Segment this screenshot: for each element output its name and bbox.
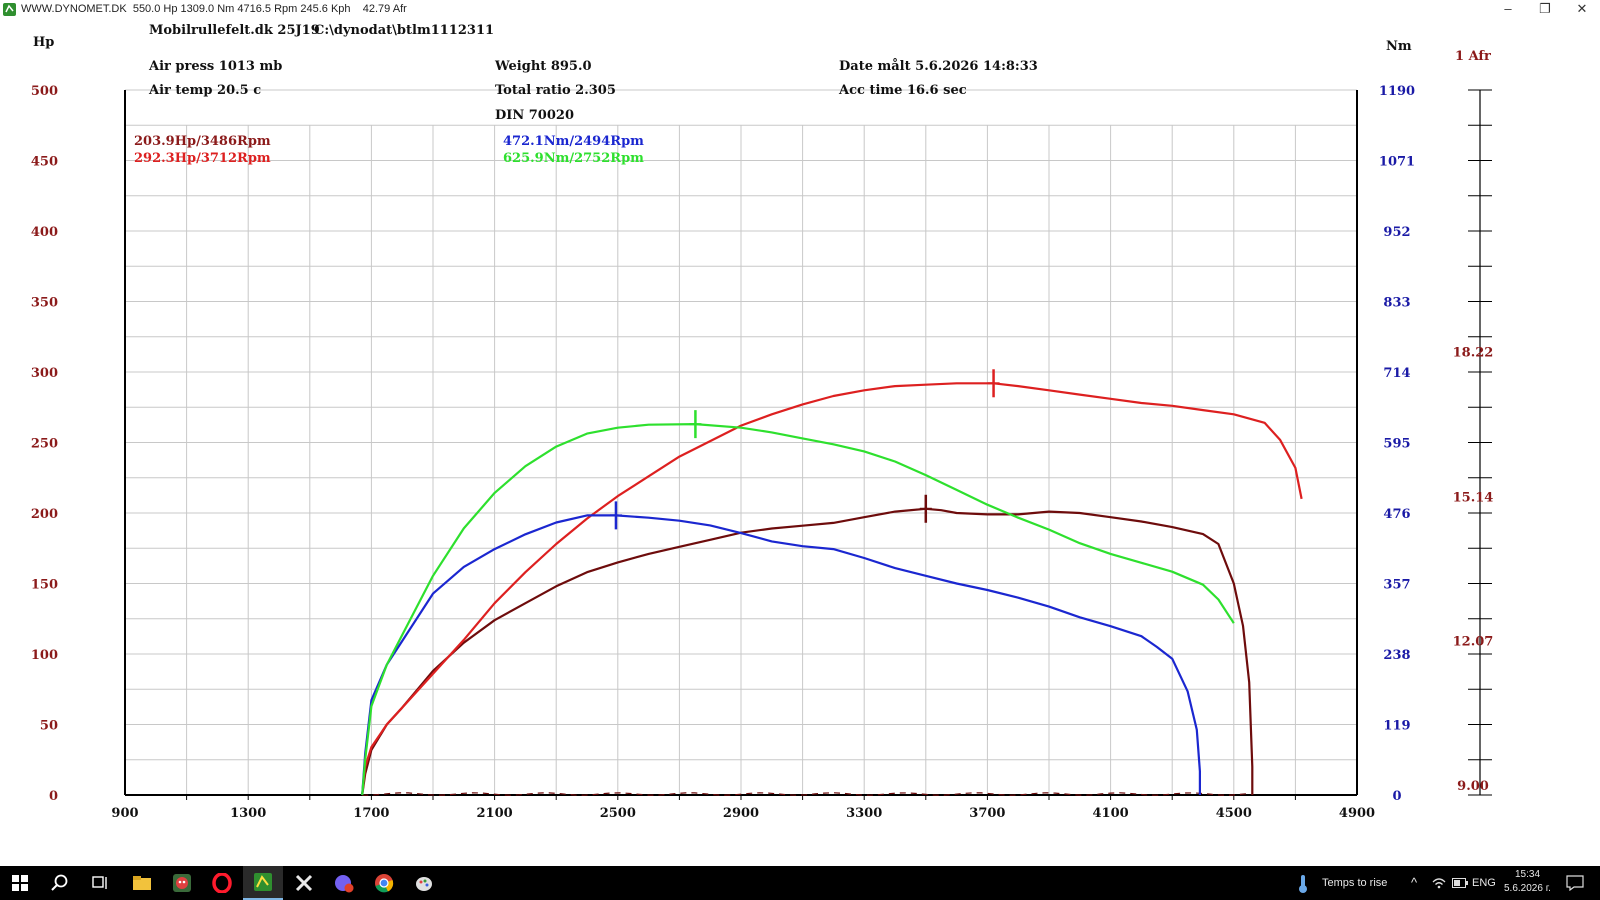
hp-tick-label: 450 <box>31 155 58 170</box>
hp-tick-label: 250 <box>31 437 58 452</box>
hp-tick-label: 0 <box>49 789 58 804</box>
peak-hp-run2: 292.3Hp/3712Rpm <box>134 151 271 166</box>
task-view-icon <box>92 876 107 889</box>
nm-tick-label: 238 <box>1383 648 1410 663</box>
peak-nm-run1: 472.1Nm/2494Rpm <box>503 134 644 149</box>
language-indicator[interactable]: ENG <box>1472 877 1496 889</box>
air-temp: Air temp 20.5 c <box>148 83 261 98</box>
clock-date[interactable]: 5.6.2026 г. <box>1504 883 1551 894</box>
search-icon <box>51 874 68 891</box>
hp-tick-label: 350 <box>31 296 58 311</box>
x-tick-label: 3700 <box>969 806 1005 821</box>
app-face-icon <box>173 874 191 892</box>
nm-tick-label: 0 <box>1392 789 1401 804</box>
file-path: C:\dynodat\btlm1112311 <box>314 23 494 38</box>
x-tick-label: 3300 <box>846 806 882 821</box>
device-label: Mobilrullefelt.dk 25J19 <box>149 23 320 38</box>
hp-tick-label: 200 <box>31 507 58 522</box>
taskbar-app-paint[interactable] <box>404 866 444 900</box>
taskbar-app-2[interactable] <box>162 866 202 900</box>
nm-tick-label: 119 <box>1383 719 1410 734</box>
acc-time: Acc time 16.6 sec <box>838 83 967 98</box>
nm-tick-label: 714 <box>1383 366 1410 381</box>
taskbar-app-x[interactable] <box>284 866 324 900</box>
hp-tick-label: 500 <box>31 84 58 99</box>
afr-tick-label: 18.22 <box>1453 346 1494 361</box>
hp-tick-label: 100 <box>31 648 58 663</box>
thermometer-icon <box>1299 875 1307 893</box>
clock-time[interactable]: 15:34 <box>1515 869 1540 880</box>
hp-run1-curve <box>361 507 1254 796</box>
weather-text[interactable]: Temps to rise <box>1322 877 1387 889</box>
air-press: Air press 1013 mb <box>148 59 282 74</box>
nm-run1-curve <box>361 514 1201 796</box>
dyno-app-icon <box>254 873 272 891</box>
afr-tick-label: 15.14 <box>1453 490 1494 505</box>
opera-icon <box>212 873 232 893</box>
afr-tick-label: 12.07 <box>1453 635 1494 650</box>
tick-labels: 900 1300 1700 2100 2500 2900 3300 3700 4100 4500 4… <box>31 84 1494 821</box>
total-ratio: Total ratio 2.305 <box>495 83 616 98</box>
afr-tick-label: 9.00 <box>1457 779 1489 794</box>
x-tick-label: 1300 <box>230 806 266 821</box>
date-measured: Date målt 5.6.2026 14:8:33 <box>839 58 1038 74</box>
chrome-icon <box>375 874 394 893</box>
folder-icon <box>133 876 151 890</box>
viber-icon <box>335 875 354 893</box>
afr-axis-label: 1 Afr <box>1455 49 1491 64</box>
dyno-chart: 900 1300 1700 2100 2500 2900 3300 3700 4100 4500 4… <box>31 23 1494 821</box>
hp-axis-label: Hp <box>33 35 54 50</box>
x-tick-label: 900 <box>111 806 138 821</box>
x-app-icon <box>295 874 313 892</box>
din-standard: DIN 70020 <box>495 108 574 123</box>
windows-icon <box>12 875 28 891</box>
nm-tick-label: 476 <box>1383 507 1410 522</box>
peak-hp-run1: 203.9Hp/3486Rpm <box>134 134 271 149</box>
search-button[interactable] <box>40 866 80 900</box>
paint-icon <box>416 877 432 891</box>
start-button[interactable] <box>0 866 40 900</box>
x-tick-label: 2900 <box>723 806 759 821</box>
x-tick-label: 4900 <box>1339 806 1375 821</box>
weight: Weight 895.0 <box>494 59 592 74</box>
taskbar-app-viber[interactable] <box>324 866 364 900</box>
nm-tick-label: 1190 <box>1379 84 1415 99</box>
nm-run2-curve <box>361 423 1235 796</box>
x-tick-label: 2500 <box>600 806 636 821</box>
x-tick-label: 2100 <box>477 806 513 821</box>
x-tick-label: 4500 <box>1216 806 1252 821</box>
nm-tick-label: 357 <box>1383 578 1410 593</box>
axis-layer <box>124 89 1492 800</box>
grid-layer <box>125 89 1357 795</box>
battery-icon[interactable] <box>1452 878 1468 888</box>
chevron-up-icon[interactable]: ^ <box>1411 875 1417 890</box>
hp-tick-label: 150 <box>31 578 58 593</box>
series-layer <box>361 369 1303 796</box>
hp-tick-label: 400 <box>31 225 58 240</box>
taskbar-app-explorer[interactable] <box>122 866 162 900</box>
nm-tick-label: 595 <box>1383 437 1410 452</box>
taskbar: Temps to rise ^ ENG 15:34 5.6.2026 г. <box>0 866 1600 900</box>
task-view-button[interactable] <box>80 866 120 900</box>
x-tick-label: 1700 <box>353 806 389 821</box>
wifi-icon[interactable] <box>1432 877 1446 889</box>
hp-tick-label: 50 <box>40 719 58 734</box>
notifications-icon[interactable] <box>1566 875 1584 891</box>
x-tick-label: 4100 <box>1093 806 1129 821</box>
nm-tick-label: 1071 <box>1379 155 1415 170</box>
hp-tick-label: 300 <box>31 366 58 381</box>
peak-nm-run2: 625.9Nm/2752Rpm <box>503 151 644 166</box>
taskbar-app-chrome[interactable] <box>364 866 404 900</box>
nm-tick-label: 833 <box>1383 296 1410 311</box>
taskbar-app-opera[interactable] <box>202 866 242 900</box>
taskbar-app-dynomet[interactable] <box>243 866 283 900</box>
nm-axis-label: Nm <box>1386 39 1412 54</box>
nm-tick-label: 952 <box>1383 225 1410 240</box>
